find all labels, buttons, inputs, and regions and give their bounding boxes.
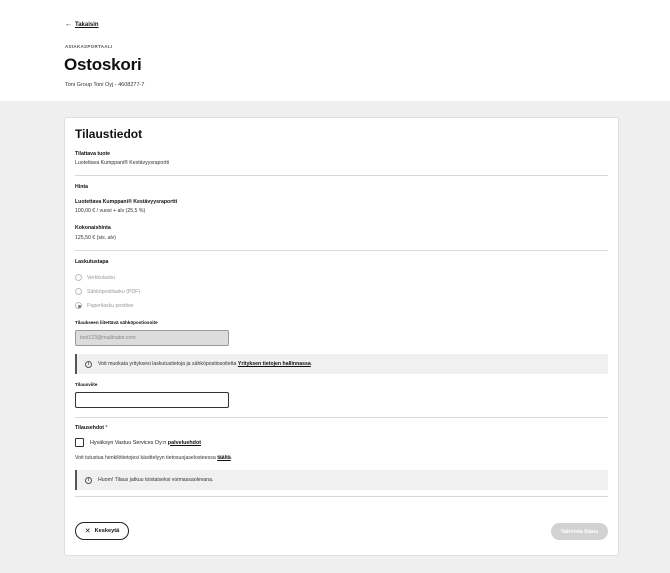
eyebrow-label: ASIAKASPORTAALI <box>65 44 113 49</box>
product-value: Luotettava Kumppani® Kestävyysraportti <box>75 160 170 166</box>
radio-button[interactable] <box>75 274 82 281</box>
radio-button[interactable] <box>75 288 82 295</box>
info-icon: i <box>85 476 92 484</box>
billing-heading: Laskutustapa <box>75 259 109 265</box>
company-info: Toni Group Toni Oyj - 4608277-7 <box>65 82 145 88</box>
divider <box>75 496 608 497</box>
terms-heading: Tilausehdot * <box>75 425 108 431</box>
order-heading: Tilaustiedot <box>75 127 143 141</box>
company-settings-link[interactable]: Yrityksen tietojen hallinnassa <box>238 361 311 367</box>
total-value: 125,50 € (sis. alv) <box>75 235 116 241</box>
divider <box>75 250 608 251</box>
privacy-note: Voit tutustua henkilötietojesi käsittely… <box>75 455 233 461</box>
radio-label: Paperilasku postitse <box>87 302 134 309</box>
radio-label: Verkkolasku <box>87 274 115 281</box>
back-link-label: Takaisin <box>75 21 99 28</box>
terms-checkbox[interactable] <box>75 438 84 447</box>
product-label: Tilattava tuote <box>75 151 111 157</box>
email-field: toni123@mailinator.com <box>75 330 229 346</box>
info-icon: i <box>85 360 92 368</box>
radio-paperilasku[interactable]: Paperilasku postitse <box>75 302 133 309</box>
radio-label: Sähköpostilasku (PDF) <box>87 288 141 295</box>
divider <box>75 417 608 418</box>
notice-box: i Huom! Tilaus jatkuu toistaiseksi voima… <box>75 470 608 490</box>
radio-button-selected[interactable] <box>75 302 82 309</box>
email-field-label: Tilaukseen liitettävä sähköpostiosoite <box>75 320 158 325</box>
privacy-link[interactable]: täältä <box>217 455 231 461</box>
terms-link[interactable]: palveluehdot <box>168 440 201 446</box>
confirm-order-button[interactable]: Vahvista tilaus <box>551 523 608 540</box>
price-heading: Hinta <box>75 184 88 190</box>
back-link[interactable]: ← Takaisin <box>65 21 99 28</box>
radio-sahkopostilasku[interactable]: Sähköpostilasku (PDF) <box>75 288 140 295</box>
cancel-button[interactable]: ✕ Keskeytä <box>75 522 129 540</box>
total-label: Kokonaishinta <box>75 225 111 231</box>
terms-checkbox-row[interactable]: Hyväksyn Vastuu Services Oy:n palveluehd… <box>75 438 201 447</box>
info-text: Voit muokata yrityksesi laskutustietoja … <box>98 361 313 367</box>
page-header: ← Takaisin ASIAKASPORTAALI Ostoskori Ton… <box>0 0 670 101</box>
notice-text: Huom! Tilaus jatkuu toistaiseksi voimass… <box>98 477 214 483</box>
close-icon: ✕ <box>84 528 91 535</box>
page-title: Ostoskori <box>64 55 142 74</box>
price-item-value: 100,00 € / vuosi + alv (25,5 %) <box>75 208 146 214</box>
radio-verkkolasku[interactable]: Verkkolasku <box>75 274 115 281</box>
terms-checkbox-label: Hyväksyn Vastuu Services Oy:n palveluehd… <box>90 439 202 446</box>
required-mark: * <box>105 425 108 431</box>
divider <box>75 175 608 176</box>
reference-label: Tilausviite <box>75 382 98 387</box>
price-item-label: Luotettava Kumppani® Kestävyysraportti <box>75 199 178 205</box>
billing-info-box: i Voit muokata yrityksesi laskutustietoj… <box>75 354 608 374</box>
arrow-left-icon: ← <box>65 21 72 28</box>
reference-input[interactable] <box>75 392 229 408</box>
cancel-label: Keskeytä <box>94 528 120 534</box>
